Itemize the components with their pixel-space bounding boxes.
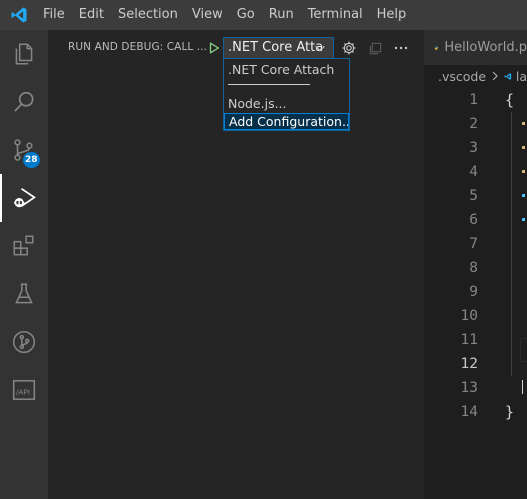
line-number: 14: [460, 404, 478, 420]
line-number: 4: [469, 164, 478, 180]
code-line: 4: [424, 160, 527, 184]
menu-help[interactable]: Help: [370, 0, 414, 30]
sidebar-title: RUN AND DEBUG: CALL ...: [68, 41, 208, 53]
start-debugging-button[interactable]: [206, 40, 222, 56]
play-icon: [209, 42, 220, 54]
menu-run[interactable]: Run: [262, 0, 301, 30]
dropdown-option-add-configuration[interactable]: Add Configuration...: [224, 113, 349, 130]
breadcrumb-folder[interactable]: .vscode: [438, 69, 486, 84]
svg-text:/API: /API: [16, 387, 30, 396]
code-line: 11: [424, 328, 527, 352]
activity-source-control[interactable]: 28: [0, 126, 48, 174]
line-number: 8: [469, 260, 478, 276]
files-icon: [15, 43, 33, 65]
line-number: 5: [469, 188, 478, 204]
dropdown-option-net-core-attach[interactable]: .NET Core Attach: [224, 61, 349, 78]
line-number: 3: [469, 140, 478, 156]
run-debug-icon: [13, 187, 36, 208]
code-text: }: [505, 403, 515, 421]
vscode-logo-icon: [0, 0, 38, 30]
activity-search[interactable]: [0, 78, 48, 126]
editor-tab[interactable]: HelloWorld.p: [424, 30, 527, 65]
code-line: 5: [424, 184, 527, 208]
debug-config-value: .NET Core Atta: [228, 40, 324, 55]
code-fragment: [522, 170, 525, 173]
line-number: 10: [460, 308, 478, 324]
open-launch-json-button[interactable]: [340, 39, 358, 57]
debug-config-select[interactable]: .NET Core Atta: [223, 37, 334, 59]
menu-edit[interactable]: Edit: [72, 0, 111, 30]
breadcrumb-file[interactable]: la: [516, 69, 527, 84]
debug-console-button[interactable]: [366, 39, 384, 57]
run-debug-sidebar: RUN AND DEBUG: CALL ... .NET Core Atta .…: [48, 30, 424, 499]
code-text: {: [505, 91, 515, 109]
code-fragment: [522, 146, 525, 149]
source-control-badge: 28: [23, 152, 40, 168]
console-icon: [369, 42, 381, 54]
api-icon: /API: [12, 380, 36, 400]
activity-run-debug[interactable]: [0, 174, 48, 222]
line-number: 13: [460, 380, 478, 396]
code-line: 9: [424, 280, 527, 304]
beaker-icon: [15, 283, 33, 304]
activity-bar: 28 /API: [0, 30, 48, 499]
ellipsis-icon: [394, 46, 408, 50]
editor-area: HelloWorld.p .vscode la 1 { 2 3 4 5 6 7 …: [424, 30, 527, 499]
menu-go[interactable]: Go: [230, 0, 262, 30]
code-line: 3: [424, 136, 527, 160]
line-number: 6: [469, 212, 478, 228]
line-number: 2: [469, 116, 478, 132]
line-number: 11: [460, 332, 478, 348]
menu-file[interactable]: File: [38, 0, 72, 30]
title-bar: File Edit Selection View Go Run Terminal…: [0, 0, 527, 30]
activity-api[interactable]: /API: [0, 366, 48, 414]
code-fragment: [522, 380, 523, 394]
code-fragment: [522, 194, 525, 197]
code-fragment: [522, 122, 525, 125]
vscode-file-icon: [504, 72, 512, 80]
activity-explorer[interactable]: [0, 30, 48, 78]
menu-terminal[interactable]: Terminal: [301, 0, 370, 30]
code-line: 2: [424, 112, 527, 136]
search-icon: [14, 91, 34, 112]
activity-git-graph[interactable]: [0, 318, 48, 366]
line-number: 1: [469, 92, 478, 108]
editor-tab-bar: HelloWorld.p: [424, 30, 527, 65]
chevron-right-icon: [491, 69, 499, 84]
extensions-icon: [13, 235, 34, 256]
code-fragment: [522, 218, 525, 221]
code-line: 7: [424, 232, 527, 256]
activity-extensions[interactable]: [0, 222, 48, 270]
gear-icon: [342, 41, 356, 55]
debug-config-dropdown: .NET Core Attach Node.js... Add Configur…: [223, 58, 350, 131]
line-number: 9: [469, 284, 478, 300]
code-line: 12: [424, 352, 527, 376]
git-graph-icon: [12, 330, 36, 354]
line-number-current: 12: [460, 356, 478, 372]
breadcrumb: .vscode la: [424, 65, 527, 87]
code-line: 13: [424, 376, 527, 400]
code-line: 1 {: [424, 88, 527, 112]
menu-bar: File Edit Selection View Go Run Terminal…: [38, 0, 413, 30]
editor-tab-label: HelloWorld.p: [444, 40, 527, 55]
line-number: 7: [469, 236, 478, 252]
code-line: 10: [424, 304, 527, 328]
activity-testing[interactable]: [0, 270, 48, 318]
python-file-icon: [434, 45, 438, 50]
dropdown-option-nodejs[interactable]: Node.js...: [224, 95, 349, 112]
code-line: 8: [424, 256, 527, 280]
code-line: 14 }: [424, 400, 527, 424]
chevron-down-icon: [315, 45, 325, 52]
menu-view[interactable]: View: [185, 0, 230, 30]
dropdown-separator: [228, 84, 310, 85]
code-line: 6: [424, 208, 527, 232]
menu-selection[interactable]: Selection: [111, 0, 185, 30]
more-actions-button[interactable]: [391, 39, 411, 57]
